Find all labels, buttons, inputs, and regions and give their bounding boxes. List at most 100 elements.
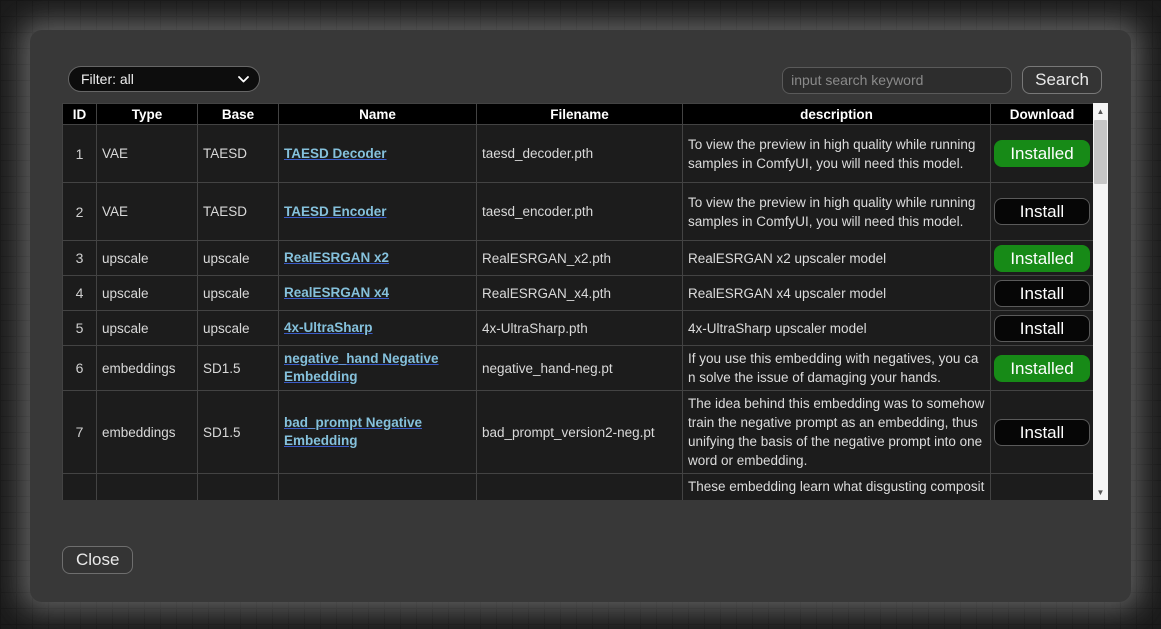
column-header-name: Name (279, 104, 477, 125)
cell-id: 7 (63, 391, 97, 474)
cell-id: 1 (63, 125, 97, 183)
model-link[interactable]: 4x-UltraSharp (284, 319, 373, 337)
install-button[interactable]: Install (994, 315, 1090, 342)
model-link[interactable]: bad_prompt Negative Embedding (284, 414, 471, 450)
cell-name: TAESD Encoder (279, 183, 477, 241)
cell-download: Install (991, 276, 1094, 311)
column-header-description: description (683, 104, 991, 125)
cell-description: 4x-UltraSharp upscaler model (683, 311, 991, 346)
cell-type: VAE (97, 183, 198, 241)
cell-filename: RealESRGAN_x2.pth (477, 241, 683, 276)
cell-download (991, 474, 1094, 501)
table-header-row: IDTypeBaseNameFilenamedescriptionDownloa… (63, 104, 1094, 125)
cell-filename: taesd_encoder.pth (477, 183, 683, 241)
cell-name: 4x-UltraSharp (279, 311, 477, 346)
model-table: IDTypeBaseNameFilenamedescriptionDownloa… (62, 103, 1094, 500)
cell-filename: 4x-UltraSharp.pth (477, 311, 683, 346)
column-header-filename: Filename (477, 104, 683, 125)
scrollbar-thumb[interactable] (1094, 120, 1107, 184)
table-row: 2VAETAESD TAESD Encoder taesd_encoder.pthT… (63, 183, 1094, 241)
cell-description: The idea behind this embedding was to so… (683, 391, 991, 474)
cell-type (97, 474, 198, 501)
cell-base: upscale (198, 241, 279, 276)
model-link[interactable]: TAESD Decoder (284, 145, 387, 163)
cell-id (63, 474, 97, 501)
scroll-up-icon[interactable]: ▲ (1093, 103, 1108, 119)
cell-download: Installed (991, 346, 1094, 391)
cell-description: If you use this embedding with negatives… (683, 346, 991, 391)
cell-name: TAESD Decoder (279, 125, 477, 183)
cell-base: SD1.5 (198, 346, 279, 391)
cell-filename: bad_prompt_version2-neg.pt (477, 391, 683, 474)
cell-id: 5 (63, 311, 97, 346)
cell-name (279, 474, 477, 501)
column-header-base: Base (198, 104, 279, 125)
column-header-type: Type (97, 104, 198, 125)
model-link[interactable]: RealESRGAN x2 (284, 249, 389, 267)
model-link[interactable]: negative_hand Negative Embedding (284, 350, 471, 386)
table-row: 4upscaleupscaleRealESRGAN x4RealESRGAN_x… (63, 276, 1094, 311)
search-button[interactable]: Search (1022, 66, 1102, 94)
model-link[interactable]: TAESD Encoder (284, 203, 387, 221)
column-header-download: Download (991, 104, 1094, 125)
install-button[interactable]: Install (994, 419, 1090, 446)
cell-download: Install (991, 391, 1094, 474)
cell-filename: RealESRGAN_x4.pth (477, 276, 683, 311)
filter-select[interactable]: Filter: all (68, 66, 260, 92)
cell-description: RealESRGAN x2 upscaler model (683, 241, 991, 276)
dialog-toolbar: Filter: all Search (68, 66, 1102, 94)
cell-id: 2 (63, 183, 97, 241)
scroll-down-icon[interactable]: ▼ (1093, 484, 1108, 500)
model-table-wrap: IDTypeBaseNameFilenamedescriptionDownloa… (62, 103, 1108, 500)
table-row: These embedding learn what disgusting co… (63, 474, 1094, 501)
column-header-id: ID (63, 104, 97, 125)
cell-id: 4 (63, 276, 97, 311)
table-row: 1VAETAESD TAESD Decoder taesd_decoder.pthT… (63, 125, 1094, 183)
cell-base: upscale (198, 276, 279, 311)
cell-base: SD1.5 (198, 391, 279, 474)
install-models-dialog: Filter: all Search IDTypeBaseNameFilenam… (30, 30, 1131, 602)
chevron-down-icon (238, 76, 249, 83)
cell-type: embeddings (97, 391, 198, 474)
cell-download: Install (991, 311, 1094, 346)
install-button[interactable]: Install (994, 198, 1090, 225)
cell-filename: negative_hand-neg.pt (477, 346, 683, 391)
cell-download: Installed (991, 241, 1094, 276)
cell-base: upscale (198, 311, 279, 346)
cell-name: bad_prompt Negative Embedding (279, 391, 477, 474)
cell-type: VAE (97, 125, 198, 183)
cell-type: upscale (97, 241, 198, 276)
cell-download: Installed (991, 125, 1094, 183)
cell-type: upscale (97, 311, 198, 346)
close-button[interactable]: Close (62, 546, 133, 574)
cell-base (198, 474, 279, 501)
cell-type: upscale (97, 276, 198, 311)
cell-id: 6 (63, 346, 97, 391)
table-row: 5upscaleupscale4x-UltraSharp4x-UltraShar… (63, 311, 1094, 346)
cell-description: These embedding learn what disgusting co… (683, 474, 991, 501)
search-group: Search (782, 66, 1102, 94)
cell-filename (477, 474, 683, 501)
cell-type: embeddings (97, 346, 198, 391)
cell-id: 3 (63, 241, 97, 276)
installed-button[interactable]: Installed (994, 140, 1090, 167)
cell-name: negative_hand Negative Embedding (279, 346, 477, 391)
comfyui-canvas: Filter: all Search IDTypeBaseNameFilenam… (0, 0, 1161, 629)
cell-base: TAESD (198, 125, 279, 183)
cell-filename: taesd_decoder.pth (477, 125, 683, 183)
cell-description: To view the preview in high quality whil… (683, 125, 991, 183)
table-row: 6embeddingsSD1.5negative_hand Negative E… (63, 346, 1094, 391)
table-row: 7embeddingsSD1.5bad_prompt Negative Embe… (63, 391, 1094, 474)
cell-name: RealESRGAN x2 (279, 241, 477, 276)
search-input[interactable] (782, 67, 1012, 94)
install-button[interactable]: Install (994, 280, 1090, 307)
table-scrollbar[interactable]: ▲ ▼ (1093, 103, 1108, 500)
cell-description: To view the preview in high quality whil… (683, 183, 991, 241)
filter-select-value: Filter: all (81, 71, 134, 87)
cell-base: TAESD (198, 183, 279, 241)
installed-button[interactable]: Installed (994, 355, 1090, 382)
installed-button[interactable]: Installed (994, 245, 1090, 272)
model-link[interactable]: RealESRGAN x4 (284, 284, 389, 302)
cell-name: RealESRGAN x4 (279, 276, 477, 311)
table-row: 3upscaleupscaleRealESRGAN x2RealESRGAN_x… (63, 241, 1094, 276)
